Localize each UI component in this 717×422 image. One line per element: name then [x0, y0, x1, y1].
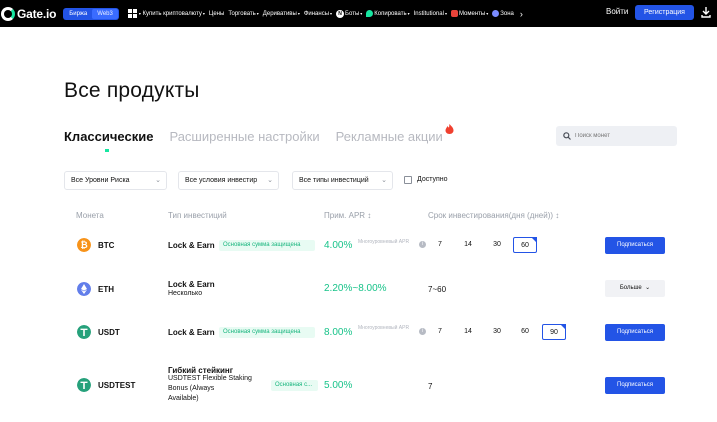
- coin-name: USDT: [98, 328, 120, 337]
- nav-item-zone[interactable]: Зона: [492, 10, 514, 17]
- apr-range: 2.20%~8.00%: [324, 283, 387, 294]
- exchange-web3-switch[interactable]: Биржа Web3: [63, 7, 119, 20]
- search-icon: [563, 132, 571, 140]
- logo-text: Gate.io: [17, 6, 57, 21]
- tab-classic[interactable]: Классические: [64, 129, 153, 152]
- apr-value: 5.00%: [324, 380, 353, 391]
- apr-value: 4.00%: [324, 240, 353, 251]
- btc-icon: ₿: [77, 238, 91, 252]
- nav-item-trade[interactable]: Торговать ▾: [228, 11, 258, 17]
- term-range: 7~60: [428, 285, 447, 294]
- risk-level-select[interactable]: Все Уровни Риска ⌄: [64, 171, 167, 190]
- investment-type-sub: Available): [168, 395, 199, 402]
- coin-name: ETH: [98, 285, 114, 294]
- investment-type: Гибкий стейкинг: [168, 366, 234, 375]
- tab-advanced[interactable]: Расширенные настройки: [169, 129, 319, 144]
- grid-icon[interactable]: [127, 9, 137, 18]
- chevron-down-icon: ⌄: [381, 177, 387, 184]
- principal-protected-tag: Основная сумма защищена: [219, 327, 315, 338]
- segment-exchange[interactable]: Биржа: [64, 8, 93, 19]
- more-button-label: Больше: [619, 285, 642, 291]
- principal-protected-tag: Основная с...: [271, 380, 318, 391]
- flame-icon: [445, 124, 454, 134]
- coin-name: USDTEST: [98, 381, 136, 390]
- investment-types-select[interactable]: Все типы инвестиций ⌄: [292, 171, 393, 190]
- nav-item-institutional[interactable]: Institutional ▾: [414, 11, 447, 17]
- gate-logo[interactable]: Gate.io: [1, 0, 56, 27]
- nav-item-moments[interactable]: Моменты ▾: [450, 10, 488, 17]
- info-icon[interactable]: i: [419, 241, 426, 248]
- search-input[interactable]: [575, 133, 665, 139]
- risk-level-value: Все Уровни Риска: [71, 177, 130, 184]
- usdt-icon: [77, 325, 91, 339]
- investment-type-sub: Bonus (Always: [168, 385, 215, 392]
- copy-trade-icon: [366, 10, 374, 17]
- coin-search-box[interactable]: [556, 126, 677, 146]
- available-checkbox-label: Доступно: [417, 176, 448, 183]
- chevron-down-icon: ⌄: [643, 285, 651, 291]
- tiered-apr-note: Многоуровневый APR: [358, 325, 410, 331]
- active-tab-indicator: [105, 149, 109, 152]
- new-badge-icon: N: [336, 9, 345, 18]
- nav-item-derivatives[interactable]: Деривативы ▾: [263, 11, 300, 17]
- term-option[interactable]: 14: [456, 324, 480, 340]
- term-option[interactable]: 7: [428, 237, 452, 253]
- nav-item-prices[interactable]: Цены: [209, 11, 224, 17]
- term-option-selected[interactable]: 90: [542, 324, 566, 340]
- nav-item-bots[interactable]: N Боты ▾: [336, 9, 362, 18]
- more-button[interactable]: Больше ⌄: [605, 280, 665, 297]
- investment-type-sub: USDTEST Flexible Staking: [168, 375, 252, 382]
- chevron-right-icon[interactable]: ›: [520, 9, 523, 19]
- subscribe-button[interactable]: Подписаться: [605, 237, 665, 254]
- nav-item-buy-crypto[interactable]: ▾ Купить криптовалюту ▾: [138, 11, 205, 17]
- term-value: 7: [428, 382, 433, 391]
- subscribe-button[interactable]: Подписаться: [605, 377, 665, 394]
- investment-conditions-select[interactable]: Все условия инвестир ⌄: [178, 171, 279, 190]
- nav-item-finance[interactable]: Финансы ▾: [304, 11, 332, 17]
- zone-icon: [492, 10, 500, 17]
- moments-icon: [450, 10, 458, 17]
- download-icon[interactable]: [701, 6, 711, 18]
- eth-icon: [77, 282, 91, 296]
- investment-type-sub: Несколько: [168, 290, 203, 297]
- term-option[interactable]: 60: [513, 324, 537, 340]
- chevron-down-icon: ⌄: [267, 177, 273, 184]
- tiered-apr-note: Многоуровневый APR: [358, 239, 410, 245]
- column-header-term[interactable]: Срок инвестирования(дня (дней)) ↕: [428, 211, 559, 220]
- page-title: Все продукты: [64, 79, 200, 102]
- available-checkbox[interactable]: [404, 176, 412, 184]
- investment-type: Lock & Earn: [168, 241, 215, 250]
- term-option[interactable]: 14: [456, 237, 480, 253]
- column-header-coin: Монета: [76, 211, 104, 220]
- info-icon[interactable]: i: [419, 328, 426, 335]
- gate-logo-icon: [1, 6, 15, 21]
- term-option[interactable]: 30: [485, 237, 509, 253]
- conditions-value: Все условия инвестир: [185, 177, 258, 184]
- product-tabs: Классические Расширенные настройки Рекла…: [64, 124, 459, 152]
- login-link[interactable]: Войти: [606, 7, 628, 16]
- svg-text:₿: ₿: [80, 240, 87, 250]
- apr-value: 8.00%: [324, 327, 353, 338]
- chevron-down-icon: ⌄: [155, 177, 161, 184]
- coin-name: BTC: [98, 241, 115, 250]
- term-option-selected[interactable]: 60: [513, 237, 537, 253]
- register-button[interactable]: Регистрация: [635, 5, 694, 20]
- term-option[interactable]: 30: [485, 324, 509, 340]
- column-header-apr[interactable]: Прим. APR ↕: [324, 211, 371, 220]
- principal-protected-tag: Основная сумма защищена: [219, 240, 315, 251]
- segment-web3[interactable]: Web3: [92, 8, 118, 19]
- subscribe-button[interactable]: Подписаться: [605, 324, 665, 341]
- column-header-type: Тип инвестиций: [168, 211, 227, 220]
- main-nav: ▾ Купить криптовалюту ▾ Цены Торговать ▾ Д…: [138, 9, 523, 19]
- investment-type: Lock & Earn: [168, 328, 215, 337]
- nav-item-copy[interactable]: Копировать ▾: [366, 10, 410, 17]
- term-option[interactable]: 7: [428, 324, 452, 340]
- usdtest-icon: [77, 378, 91, 392]
- types-value: Все типы инвестиций: [299, 177, 369, 184]
- tab-promotions[interactable]: Рекламные акции: [336, 124, 454, 144]
- investment-type: Lock & Earn: [168, 280, 215, 289]
